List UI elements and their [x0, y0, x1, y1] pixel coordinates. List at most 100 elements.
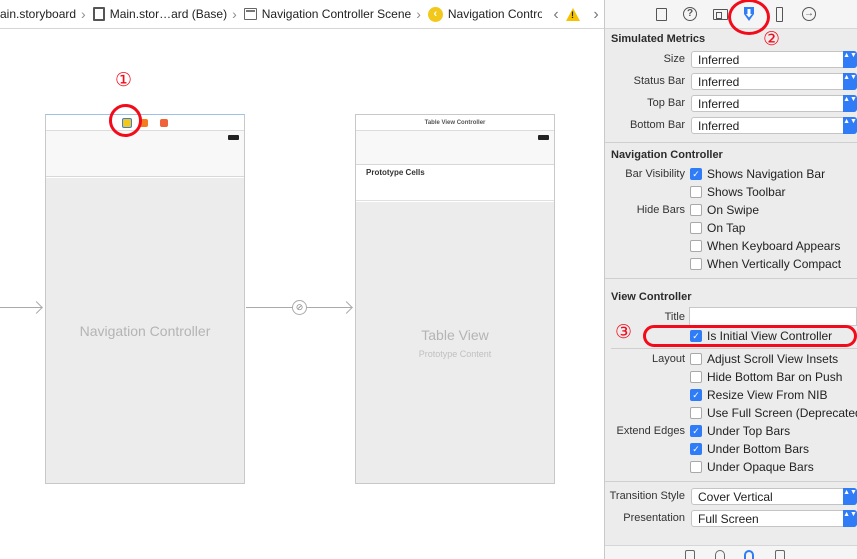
breadcrumb-item-navigation-controller[interactable]: ‹ Navigation Controller: [427, 0, 560, 28]
status-bar-row: Status Bar Inferred ▲▼: [605, 71, 857, 93]
status-bar: [356, 131, 554, 147]
under-top-bars-row: Extend Edges ✓ Under Top Bars: [605, 422, 857, 440]
bottom-bar-popup[interactable]: Inferred ▲▼: [691, 117, 857, 134]
popup-value: Inferred: [698, 97, 740, 111]
is-initial-row: ③ ✓ Is Initial View Controller: [605, 322, 857, 347]
checkbox-label: Shows Navigation Bar: [707, 167, 826, 181]
status-bar-popup[interactable]: Inferred ▲▼: [691, 73, 857, 90]
previous-issue-button[interactable]: ‹: [548, 6, 564, 24]
arrow-circle-icon: →: [802, 7, 816, 21]
breadcrumb-label: Main.stor…ard (Base): [109, 7, 228, 21]
next-issue-button[interactable]: ›: [588, 6, 604, 24]
size-popup[interactable]: Inferred ▲▼: [691, 51, 857, 68]
help-icon: ?: [683, 7, 697, 21]
breadcrumb-item-storyboard[interactable]: ain.storyboard: [0, 0, 77, 28]
relationship-segue-icon[interactable]: ⊘: [292, 300, 307, 315]
checkbox-label: Adjust Scroll View Insets: [707, 352, 839, 366]
bottom-bar-label: Bottom Bar: [629, 119, 685, 131]
checkbox-label: On Tap: [707, 221, 746, 235]
status-bar-label: Status Bar: [633, 75, 685, 87]
table-view-controller-scene[interactable]: Table View Controller Prototype Cells Ta…: [355, 114, 555, 484]
under-opaque-bars-checkbox[interactable]: [690, 461, 702, 473]
popup-value: Cover Vertical: [698, 490, 773, 504]
scene-dock-title: Table View Controller: [424, 120, 486, 126]
on-swipe-checkbox[interactable]: [690, 204, 702, 216]
use-full-screen-row: Use Full Screen (Deprecated): [605, 404, 857, 422]
checkbox-label: Under Opaque Bars: [707, 460, 814, 474]
title-row: Title: [605, 305, 857, 326]
navigation-controller-icon: ‹: [427, 6, 443, 22]
nav-controller-body: Navigation Controller: [46, 178, 244, 483]
tab-size-inspector[interactable]: [771, 6, 787, 22]
adjust-scroll-insets-row: Layout Adjust Scroll View Insets: [605, 350, 857, 368]
vertically-compact-checkbox[interactable]: [690, 258, 702, 270]
size-label: Size: [663, 53, 685, 65]
presentation-row: Presentation Full Screen ▲▼: [605, 508, 857, 530]
storyboard-base-icon: [92, 7, 105, 21]
breadcrumb-item-scene[interactable]: Navigation Controller Scene: [243, 0, 412, 28]
battery-icon: [228, 135, 239, 140]
annotation-three-outline: [643, 325, 857, 347]
chevron-updown-icon: ▲▼: [843, 117, 857, 134]
media-library-tab[interactable]: [775, 550, 785, 559]
transition-style-popup[interactable]: Cover Vertical ▲▼: [691, 488, 857, 505]
shows-navigation-bar-row: Bar Visibility ✓ Shows Navigation Bar: [605, 165, 857, 183]
adjust-scroll-view-insets-checkbox[interactable]: [690, 353, 702, 365]
file-template-library-tab[interactable]: [685, 550, 695, 559]
hide-bottom-bar-checkbox[interactable]: [690, 371, 702, 383]
breadcrumb-label: Navigation Controller Scene: [261, 7, 412, 21]
tab-connections-inspector[interactable]: →: [801, 6, 817, 22]
annotation-three: ③: [615, 322, 633, 343]
keyboard-appears-checkbox[interactable]: [690, 240, 702, 252]
warning-glyph: !: [571, 10, 574, 20]
navigation-controller-scene[interactable]: Navigation Controller: [45, 114, 245, 484]
jump-bar-controls: ‹ ! ›: [542, 0, 604, 28]
chevron-right-icon: ›: [232, 6, 237, 22]
table-view-subtitle: Prototype Content: [418, 348, 492, 359]
use-full-screen-checkbox[interactable]: [690, 407, 702, 419]
battery-icon: [538, 135, 549, 140]
inspector-tab-bar: ? → ②: [605, 0, 857, 50]
jump-bar: ain.storyboard › Main.stor…ard (Base) › …: [0, 0, 604, 29]
breadcrumb-item-storyboard-base[interactable]: Main.stor…ard (Base): [92, 0, 228, 28]
under-bottom-bars-checkbox[interactable]: ✓: [690, 443, 702, 455]
chevron-right-icon: ›: [416, 6, 421, 22]
storyboard-canvas[interactable]: Navigation Controller ⊘ Table View Contr…: [0, 29, 604, 559]
object-library-tab[interactable]: [744, 550, 754, 559]
chevron-updown-icon: ▲▼: [843, 488, 857, 505]
tab-file-inspector[interactable]: [653, 6, 669, 22]
on-tap-checkbox[interactable]: [690, 222, 702, 234]
code-snippet-library-tab[interactable]: [715, 550, 725, 559]
chevron-updown-icon: ▲▼: [843, 95, 857, 112]
under-bottom-bars-row: ✓ Under Bottom Bars: [605, 440, 857, 458]
resize-view-from-nib-checkbox[interactable]: ✓: [690, 389, 702, 401]
transition-style-row: Transition Style Cover Vertical ▲▼: [605, 486, 857, 508]
presentation-popup[interactable]: Full Screen ▲▼: [691, 510, 857, 527]
warning-icon[interactable]: !: [566, 8, 580, 21]
chevron-updown-icon: ▲▼: [843, 51, 857, 68]
bottom-bar-row: Bottom Bar Inferred ▲▼: [605, 115, 857, 137]
navigation-controller-section: Navigation Controller Bar Visibility ✓ S…: [605, 143, 857, 279]
exit-icon[interactable]: [160, 119, 168, 127]
hide-bottom-bar-row: Hide Bottom Bar on Push: [605, 368, 857, 386]
on-tap-row: On Tap: [605, 219, 857, 237]
under-top-bars-checkbox[interactable]: ✓: [690, 425, 702, 437]
on-swipe-row: Hide Bars On Swipe: [605, 201, 857, 219]
section-title: Simulated Metrics: [611, 33, 706, 45]
checkbox-label: Under Bottom Bars: [707, 442, 810, 456]
checkbox-label: Hide Bottom Bar on Push: [707, 370, 843, 384]
tab-identity-inspector[interactable]: [712, 6, 728, 22]
breadcrumb-label: ain.storyboard: [0, 7, 77, 21]
table-view-title: Table View: [421, 326, 489, 343]
top-bar-popup[interactable]: Inferred ▲▼: [691, 95, 857, 112]
shows-navigation-bar-checkbox[interactable]: ✓: [690, 168, 702, 180]
library-tab-bar: [605, 545, 857, 559]
checkbox-label: When Keyboard Appears: [707, 239, 841, 253]
title-field[interactable]: [689, 307, 857, 326]
tab-quick-help[interactable]: ?: [682, 6, 698, 22]
shows-toolbar-checkbox[interactable]: [690, 186, 702, 198]
annotation-one: ①: [115, 70, 133, 91]
scene-dock: Table View Controller: [356, 115, 554, 131]
presentation-section: Transition Style Cover Vertical ▲▼ Presen…: [605, 482, 857, 530]
relationship-segue-arrowhead: [340, 301, 353, 314]
